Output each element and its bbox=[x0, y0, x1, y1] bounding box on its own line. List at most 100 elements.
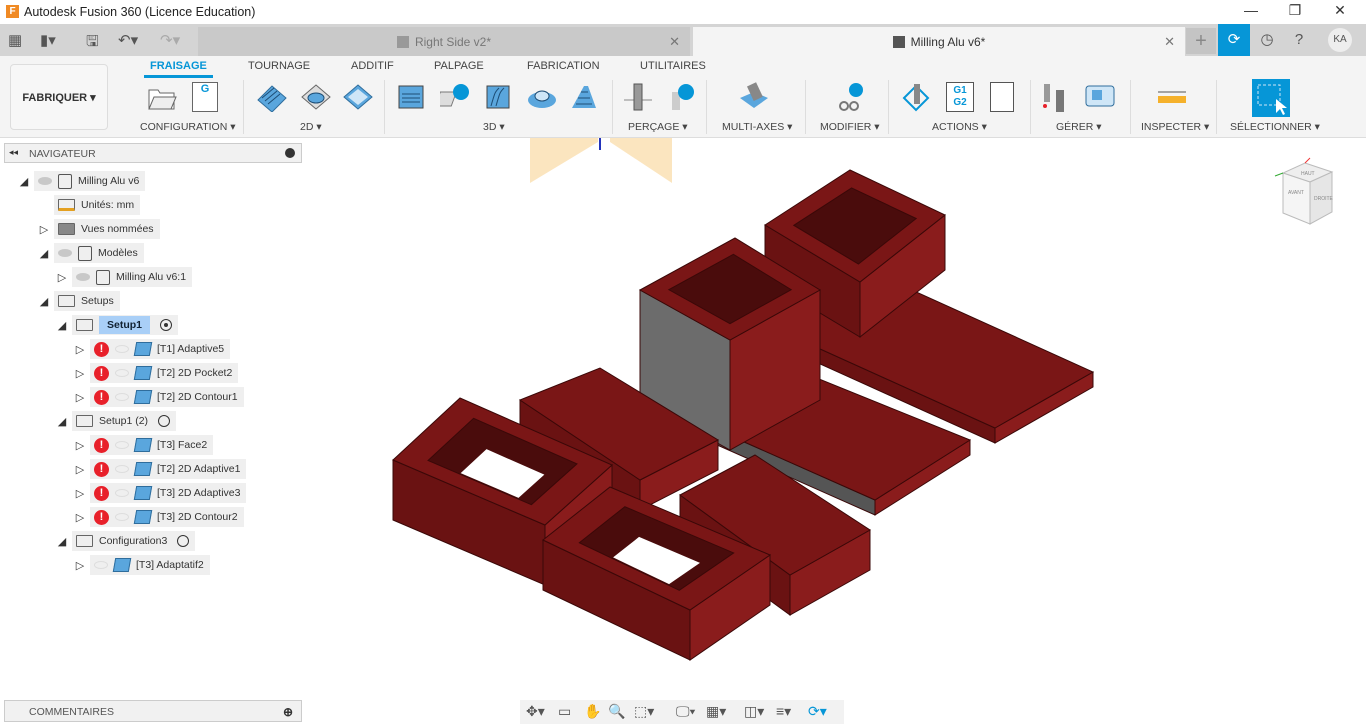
expand-arrow-icon[interactable]: ▷ bbox=[74, 367, 86, 380]
section-icon[interactable]: ≡▾ bbox=[776, 703, 791, 720]
hidden-eye-icon[interactable] bbox=[115, 369, 129, 377]
hidden-eye-icon[interactable] bbox=[115, 393, 129, 401]
tree-item-body[interactable]: ! [T3] Face2 bbox=[90, 435, 214, 455]
viewcube[interactable]: HAUT DROITE AVANT bbox=[1274, 157, 1334, 225]
look-at-icon[interactable]: ▭ bbox=[558, 703, 571, 720]
tree-item[interactable]: ◢ Setup1 bbox=[56, 315, 179, 335]
tab-utilitaires[interactable]: UTILITAIRES bbox=[640, 60, 706, 72]
tab-fabrication[interactable]: FABRICATION bbox=[527, 60, 600, 72]
tab-additif[interactable]: ADDITIF bbox=[351, 60, 394, 72]
tree-item[interactable]: ▷ ! [T1] Adaptive5 bbox=[74, 339, 231, 359]
workspace-switcher[interactable]: FABRIQUER ▾ bbox=[10, 64, 108, 130]
expand-arrow-icon[interactable]: ▷ bbox=[74, 343, 86, 356]
post-process-icon[interactable]: G1 G2 bbox=[946, 82, 974, 112]
fit-window-icon[interactable]: ⬚▾ bbox=[634, 703, 654, 720]
add-comment-icon[interactable]: ⊕ bbox=[283, 705, 293, 719]
measure-icon[interactable] bbox=[1156, 82, 1186, 112]
modify-scissors-icon[interactable] bbox=[834, 82, 864, 112]
group-modifier[interactable]: MODIFIER ▾ bbox=[820, 121, 880, 133]
zoom-icon[interactable]: 🔍 bbox=[608, 703, 625, 720]
tree-item-body[interactable]: Milling Alu v6 bbox=[34, 171, 146, 191]
grid-icon[interactable]: ▦▾ bbox=[706, 703, 726, 720]
tree-item-body[interactable]: ! [T2] 2D Contour1 bbox=[90, 387, 244, 407]
new-setup-icon[interactable] bbox=[146, 82, 177, 112]
maximize-button[interactable]: ❐ bbox=[1280, 2, 1310, 19]
expand-arrow-icon[interactable]: ▷ bbox=[56, 271, 68, 284]
expanded-triangle-icon[interactable]: ◢ bbox=[56, 415, 68, 428]
group-selectionner[interactable]: SÉLECTIONNER ▾ bbox=[1230, 121, 1320, 133]
group-multi-axes[interactable]: MULTI-AXES ▾ bbox=[722, 121, 792, 133]
orbit-icon[interactable]: ✥▾ bbox=[526, 703, 545, 720]
tree-item-body[interactable]: ! [T1] Adaptive5 bbox=[90, 339, 231, 359]
expanded-triangle-icon[interactable]: ◢ bbox=[56, 319, 68, 332]
viewports-icon[interactable]: ◫▾ bbox=[744, 703, 764, 720]
visibility-eye-icon[interactable] bbox=[76, 273, 90, 281]
redo-icon[interactable]: ↷▾ bbox=[160, 31, 180, 49]
help-icon[interactable]: ? bbox=[1284, 27, 1314, 53]
expanded-triangle-icon[interactable]: ◢ bbox=[18, 175, 30, 188]
expand-arrow-icon[interactable]: ▷ bbox=[74, 511, 86, 524]
save-icon[interactable]: 🖫 bbox=[86, 31, 99, 56]
expand-arrow-icon[interactable]: ▷ bbox=[74, 559, 86, 572]
face-2d-icon[interactable] bbox=[256, 82, 287, 113]
parallel-3d-icon[interactable] bbox=[482, 82, 512, 112]
tree-item-body[interactable]: Setup1 bbox=[72, 315, 179, 335]
tab-fraisage[interactable]: FRAISAGE bbox=[144, 60, 213, 78]
expanded-triangle-icon[interactable]: ◢ bbox=[56, 535, 68, 548]
tree-item-body[interactable]: Setup1 (2) bbox=[72, 411, 177, 431]
tree-item[interactable]: ▷ ! [T2] 2D Contour1 bbox=[74, 387, 244, 407]
multi-axis-icon[interactable] bbox=[738, 82, 768, 112]
setup-sheet-icon[interactable] bbox=[990, 82, 1014, 112]
app-grid-icon[interactable]: ▦ bbox=[8, 31, 22, 49]
group-percage[interactable]: PERÇAGE ▾ bbox=[628, 121, 688, 133]
active-setup-radio[interactable] bbox=[160, 319, 173, 331]
hidden-eye-icon[interactable] bbox=[115, 513, 129, 521]
file-menu-icon[interactable]: ▮▾ bbox=[40, 31, 56, 49]
hidden-eye-icon[interactable] bbox=[115, 441, 129, 449]
tree-item[interactable]: ▷ ! [T2] 2D Pocket2 bbox=[74, 363, 239, 383]
doc-tab-right-side[interactable]: Right Side v2* ✕ bbox=[198, 27, 690, 56]
tree-item-body[interactable]: ! [T2] 2D Pocket2 bbox=[90, 363, 239, 383]
minimize-button[interactable]: — bbox=[1236, 2, 1266, 18]
tree-item-body[interactable]: Vues nommées bbox=[54, 219, 160, 239]
tree-item-body[interactable]: Milling Alu v6:1 bbox=[72, 267, 193, 287]
comments-panel-header[interactable]: COMMENTAIRES ⊕ bbox=[4, 700, 302, 722]
close-tab-icon[interactable]: ✕ bbox=[669, 34, 680, 50]
group-configuration[interactable]: CONFIGURATION ▾ bbox=[140, 121, 236, 133]
tree-item[interactable]: ▷ Vues nommées bbox=[38, 219, 160, 239]
select-tool-icon[interactable] bbox=[1252, 79, 1290, 117]
tree-item[interactable]: ◢ Milling Alu v6 bbox=[18, 171, 146, 191]
hidden-eye-icon[interactable] bbox=[115, 465, 129, 473]
tree-item-body[interactable]: Setups bbox=[54, 291, 120, 311]
tree-item[interactable]: ◢ Modèles bbox=[38, 243, 144, 263]
active-setup-radio[interactable] bbox=[158, 415, 171, 427]
tool-library-icon[interactable] bbox=[1040, 82, 1070, 112]
navigator-header[interactable]: ◂◂ NAVIGATEUR bbox=[4, 143, 302, 163]
active-setup-radio[interactable] bbox=[177, 535, 190, 547]
machine-library-icon[interactable] bbox=[1084, 82, 1115, 112]
group-gerer[interactable]: GÉRER ▾ bbox=[1056, 121, 1102, 133]
job-status-icon[interactable]: ⟳ bbox=[1218, 24, 1250, 56]
gcode-setup-icon[interactable]: G bbox=[192, 82, 218, 112]
hidden-eye-icon[interactable] bbox=[115, 345, 129, 353]
expand-arrow-icon[interactable]: ▷ bbox=[74, 391, 86, 404]
contour-2d-icon[interactable] bbox=[342, 82, 373, 112]
tab-tournage[interactable]: TOURNAGE bbox=[248, 60, 310, 72]
tree-item-body[interactable]: Unités: mm bbox=[54, 195, 141, 215]
viewport-canvas[interactable]: HAUT DROITE AVANT bbox=[0, 138, 1366, 700]
history-icon[interactable]: ◷ bbox=[1252, 27, 1282, 53]
expand-arrow-icon[interactable]: ▷ bbox=[74, 487, 86, 500]
scallop-3d-icon[interactable] bbox=[526, 82, 556, 112]
navigator-options-icon[interactable] bbox=[285, 148, 295, 158]
expanded-triangle-icon[interactable]: ◢ bbox=[38, 295, 50, 308]
tree-item[interactable]: ▷ Milling Alu v6:1 bbox=[56, 267, 193, 287]
visibility-eye-icon[interactable] bbox=[58, 249, 72, 257]
display-settings-icon[interactable]: 🖵▾ bbox=[676, 703, 695, 720]
tree-item[interactable]: ◢ Configuration3 bbox=[56, 531, 196, 551]
group-inspecter[interactable]: INSPECTER ▾ bbox=[1141, 121, 1209, 133]
tree-item-body[interactable]: ! [T3] 2D Adaptive3 bbox=[90, 483, 247, 503]
pan-hand-icon[interactable]: ✋ bbox=[584, 703, 601, 720]
hole-recognition-icon[interactable] bbox=[666, 82, 696, 112]
tree-item-body[interactable]: ! [T3] 2D Contour2 bbox=[90, 507, 244, 527]
visibility-eye-icon[interactable] bbox=[38, 177, 52, 185]
